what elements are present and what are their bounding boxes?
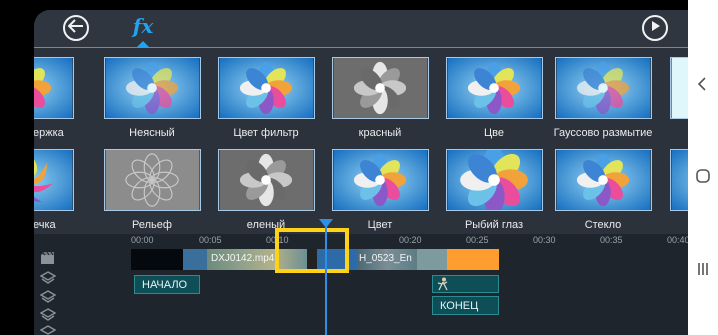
effect-label: Зеркало — [662, 219, 688, 231]
recent-apps-icon[interactable] — [695, 261, 711, 277]
system-navigation-bar — [688, 0, 718, 335]
ruler-tick-label: 00:00 — [131, 235, 154, 245]
effect-thumbnail[interactable] — [332, 57, 429, 119]
layer-icon[interactable] — [39, 290, 57, 304]
home-circle-icon[interactable] — [695, 168, 711, 184]
effect-thumbnail[interactable] — [555, 57, 652, 119]
effects-panel: ержка Неясный Цвет фильтр красный Цве Гауссов… — [34, 48, 688, 244]
effect-thumbnail[interactable] — [218, 149, 315, 211]
sticker-clip[interactable] — [432, 275, 499, 293]
back-button[interactable] — [63, 15, 89, 41]
clip-name: H_0523_En — [359, 253, 412, 264]
selected-transition-highlight — [275, 228, 349, 273]
layer-icon[interactable] — [39, 325, 57, 335]
effect-thumbnail[interactable] — [104, 57, 201, 119]
play-button[interactable] — [642, 15, 668, 41]
back-arrow-icon — [67, 18, 84, 38]
clip-frame — [447, 249, 499, 270]
effect-label: Рельеф — [132, 219, 172, 231]
effect-label: Неясный — [129, 127, 175, 139]
play-icon — [649, 19, 661, 37]
effect-thumbnail[interactable] — [218, 57, 315, 119]
effect-label: Рыбий глаз — [464, 219, 524, 231]
start-title-clip[interactable]: НАЧАЛО — [134, 275, 200, 294]
effect-label: Гауссово размытие — [553, 127, 653, 139]
layer-icon[interactable] — [39, 308, 57, 322]
effect-thumbnail[interactable] — [446, 57, 543, 119]
effect-thumbnail[interactable] — [34, 149, 74, 211]
effect-label: Цвет фильтр — [233, 127, 299, 139]
effect-label: Стекло — [584, 219, 622, 231]
effect-thumbnail[interactable] — [555, 149, 652, 211]
fx-tab-label: fx — [132, 14, 154, 38]
tab-fx[interactable]: fx — [128, 10, 158, 48]
effect-label: Блеск — [662, 127, 688, 139]
effect-label: ержка — [34, 127, 64, 139]
top-bar: fx — [34, 10, 688, 48]
chevron-left-icon[interactable] — [695, 76, 711, 92]
ruler-tick-label: 00:30 — [533, 235, 556, 245]
video-editor-app: fx ержка Неясный Цвет фильтр красный Цве Гаус… — [34, 10, 688, 335]
effect-thumbnail[interactable] — [104, 149, 201, 211]
end-title-clip[interactable]: КОНЕЦ — [432, 296, 499, 315]
time-ruler: 00:00 00:05 00:10 00:20 00:25 00:30 00:35 00:40 — [34, 234, 688, 248]
layer-icon[interactable] — [39, 271, 57, 285]
effect-label: ечка — [34, 219, 56, 231]
effect-label: красный — [358, 127, 402, 139]
ruler-tick-label: 00:25 — [466, 235, 489, 245]
video-track-icon[interactable] — [40, 251, 56, 266]
track-icons — [34, 248, 66, 335]
effect-thumbnail[interactable] — [446, 149, 543, 211]
playhead[interactable] — [325, 224, 327, 335]
clip-frame — [183, 249, 207, 270]
device-screen: fx ержка Неясный Цвет фильтр красный Цве Гаус… — [0, 0, 688, 335]
effect-thumbnail[interactable] — [34, 57, 74, 119]
timeline: 00:00 00:05 00:10 00:20 00:25 00:30 00:35 00:40 — [34, 234, 688, 335]
clip-name: DXJ0142.mp4 — [211, 253, 275, 264]
clip-frame — [417, 249, 447, 270]
effect-thumbnail[interactable] — [332, 149, 429, 211]
person-icon — [437, 277, 449, 294]
effect-thumbnail[interactable] — [670, 149, 688, 211]
ruler-tick-label: 00:40 — [667, 235, 688, 245]
clip-frame — [131, 249, 183, 270]
effect-label: Цве — [484, 127, 504, 139]
ruler-tick-label: 00:05 — [199, 235, 222, 245]
ruler-tick-label: 00:35 — [600, 235, 623, 245]
ruler-tick-label: 00:20 — [399, 235, 422, 245]
effect-thumbnail[interactable] — [670, 57, 688, 119]
